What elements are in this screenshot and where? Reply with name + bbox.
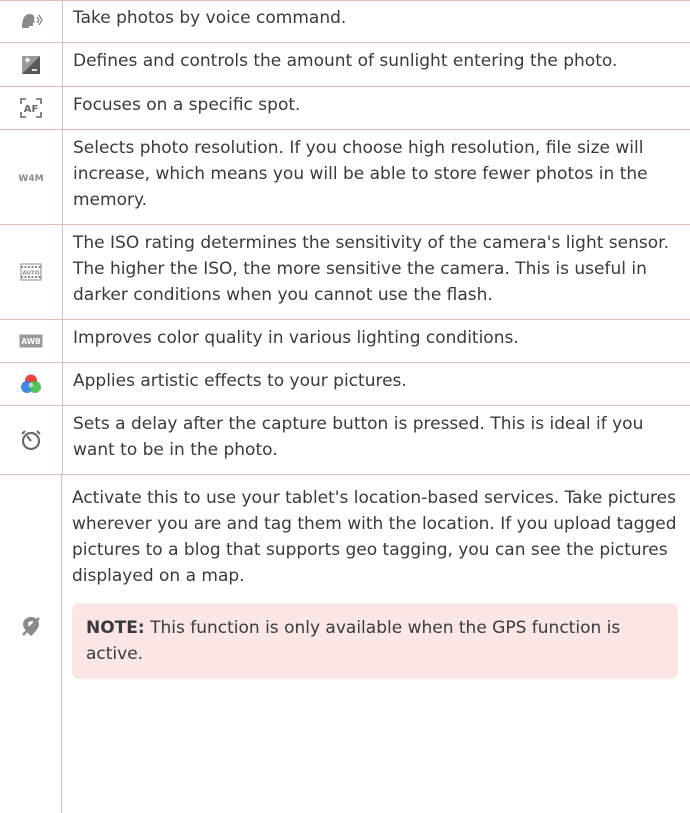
autofocus-icon: AF <box>20 98 42 118</box>
table-row: AWB Improves color quality in various li… <box>0 320 690 363</box>
color-effect-icon <box>21 374 41 393</box>
row-description-block: Activate this to use your tablet's locat… <box>62 475 690 813</box>
icon-cell <box>0 363 63 405</box>
table-row: Defines and controls the amount of sunli… <box>0 43 690 87</box>
icon-cell <box>0 406 63 474</box>
row-description: The ISO rating determines the sensitivit… <box>73 233 669 305</box>
icon-cell: AF <box>0 87 63 129</box>
row-description: Take photos by voice command. <box>73 8 347 28</box>
table-row: AF Focuses on a specific spot. <box>0 87 690 130</box>
iso-icon-label: AUTO <box>23 271 40 277</box>
geotag-icon <box>21 617 40 636</box>
table-row: Applies artistic effects to your picture… <box>0 363 690 406</box>
note-label: NOTE: <box>86 618 145 638</box>
autofocus-icon-label: AF <box>24 104 39 115</box>
icon-cell: W4M <box>0 130 63 224</box>
icon-cell <box>0 475 62 813</box>
table-row: Activate this to use your tablet's locat… <box>0 475 690 813</box>
row-description: Activate this to use your tablet's locat… <box>72 488 677 586</box>
row-description: Defines and controls the amount of sunli… <box>73 51 618 71</box>
note-text: This function is only available when the… <box>86 618 621 664</box>
white-balance-icon-label: AWB <box>21 337 41 346</box>
table-row: Sets a delay after the capture button is… <box>0 406 690 475</box>
camera-settings-table: Take photos by voice command. Defines an… <box>0 0 690 813</box>
table-row: AUTO The ISO rating determines the sensi… <box>0 225 690 320</box>
exposure-icon <box>22 55 40 74</box>
row-description: Selects photo resolution. If you choose … <box>73 138 648 210</box>
icon-cell: AUTO <box>0 225 63 319</box>
voice-shutter-icon <box>22 14 43 28</box>
iso-icon: AUTO <box>20 263 42 281</box>
icon-cell <box>0 0 63 42</box>
table-row: W4M Selects photo resolution. If you cho… <box>0 130 690 225</box>
row-description: Focuses on a specific spot. <box>73 95 301 115</box>
row-description: Improves color quality in various lighti… <box>73 328 519 348</box>
table-row: Take photos by voice command. <box>0 0 690 43</box>
note-box: NOTE: This function is only available wh… <box>72 603 678 679</box>
white-balance-icon: AWB <box>19 334 43 348</box>
resolution-icon-label: W4M <box>18 174 43 183</box>
icon-cell: AWB <box>0 320 63 362</box>
row-description: Applies artistic effects to your picture… <box>73 371 407 391</box>
row-description: Sets a delay after the capture button is… <box>73 414 644 460</box>
icon-cell <box>0 43 63 86</box>
timer-icon <box>21 430 41 451</box>
resolution-icon: W4M <box>18 174 43 183</box>
